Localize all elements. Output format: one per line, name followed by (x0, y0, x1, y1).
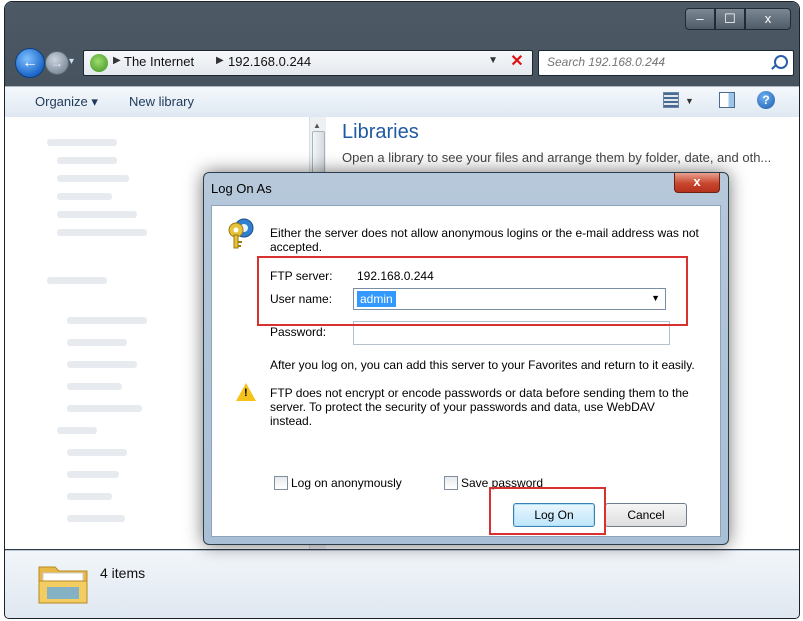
key-icon (228, 218, 254, 249)
dialog-close-button[interactable]: x (674, 173, 720, 193)
warning-text: FTP does not encrypt or encode passwords… (270, 386, 689, 428)
new-library-button[interactable]: New library (129, 94, 194, 109)
forward-button[interactable]: → (45, 51, 69, 75)
save-password-checkbox[interactable] (444, 476, 458, 490)
blurred-nav-item (57, 175, 129, 182)
minimize-button[interactable]: – (685, 8, 715, 30)
blurred-nav-item (67, 515, 125, 522)
command-bar: Organize ▾ New library ▼ ? (5, 86, 799, 118)
help-icon[interactable]: ? (757, 91, 775, 109)
blurred-nav-item (67, 471, 119, 478)
view-options-dropdown-icon[interactable]: ▼ (685, 96, 694, 106)
organize-button[interactable]: Organize ▾ (35, 94, 98, 110)
search-input[interactable] (545, 54, 759, 70)
blurred-nav-item (67, 449, 127, 456)
change-view-icon[interactable] (663, 92, 679, 108)
maximize-button[interactable]: ☐ (715, 8, 745, 30)
address-bar[interactable]: ▶ The Internet ▶ 192.168.0.244 ▼ ✕ (83, 50, 533, 76)
breadcrumb-separator-icon: ▶ (113, 55, 121, 66)
dialog-title: Log On As (211, 181, 272, 196)
libraries-title: Libraries (342, 121, 419, 143)
breadcrumb-ip-address[interactable]: 192.168.0.244 (228, 54, 311, 69)
blurred-nav-item (67, 493, 112, 500)
address-dropdown-icon[interactable]: ▼ (488, 55, 498, 66)
log-on-anonymously-checkbox[interactable] (274, 476, 288, 490)
blurred-nav-item (67, 339, 127, 346)
forward-arrow-icon: → (51, 56, 63, 70)
info-text: After you log on, you can add this serve… (270, 358, 695, 372)
cancel-button[interactable]: Cancel (605, 503, 687, 527)
libraries-subtitle: Open a library to see your files and arr… (342, 150, 772, 165)
preview-pane-icon[interactable] (719, 92, 735, 108)
blurred-nav-item (57, 211, 137, 218)
warning-icon-mark: ! (244, 387, 248, 399)
credentials-highlight-box (257, 256, 688, 326)
back-arrow-icon: ← (22, 54, 38, 71)
dialog-message: Either the server does not allow anonymo… (270, 226, 699, 254)
breadcrumb-separator-icon: ▶ (216, 55, 224, 66)
stop-icon[interactable]: ✕ (506, 52, 528, 72)
scroll-up-icon[interactable]: ▲ (313, 121, 321, 130)
blurred-nav-item (67, 361, 137, 368)
log-on-highlight-box (489, 487, 606, 535)
details-pane: 4 items (5, 550, 799, 618)
blurred-nav-item (47, 139, 117, 146)
scroll-thumb[interactable] (312, 131, 325, 173)
search-box[interactable] (538, 50, 794, 76)
blurred-nav-item (47, 277, 107, 284)
blurred-nav-item (57, 157, 117, 164)
blurred-nav-item (57, 229, 147, 236)
recent-pages-dropdown-icon[interactable]: ▾ (69, 56, 74, 67)
navigation-row: ← → ▾ ▶ The Internet ▶ 192.168.0.244 ▼ ✕ (5, 46, 799, 82)
item-count: 4 items (100, 565, 146, 581)
password-label: Password: (270, 325, 327, 339)
blurred-nav-item (57, 427, 97, 434)
blurred-nav-item (67, 383, 122, 390)
back-button[interactable]: ← (15, 48, 45, 78)
blurred-nav-item (57, 193, 112, 200)
caption-buttons: – ☐ x (685, 8, 791, 30)
breadcrumb-the-internet[interactable]: The Internet (124, 54, 194, 69)
search-icon[interactable] (774, 55, 788, 69)
blurred-nav-item (67, 405, 142, 412)
close-window-button[interactable]: x (745, 8, 791, 30)
log-on-as-dialog: Log On As x Either the server does not a… (203, 172, 729, 545)
network-icon (90, 54, 108, 72)
dialog-body: Either the server does not allow anonymo… (211, 205, 721, 537)
blurred-nav-item (67, 317, 147, 324)
log-on-anonymously-label[interactable]: Log on anonymously (291, 476, 402, 490)
libraries-folder-icon (38, 566, 88, 604)
